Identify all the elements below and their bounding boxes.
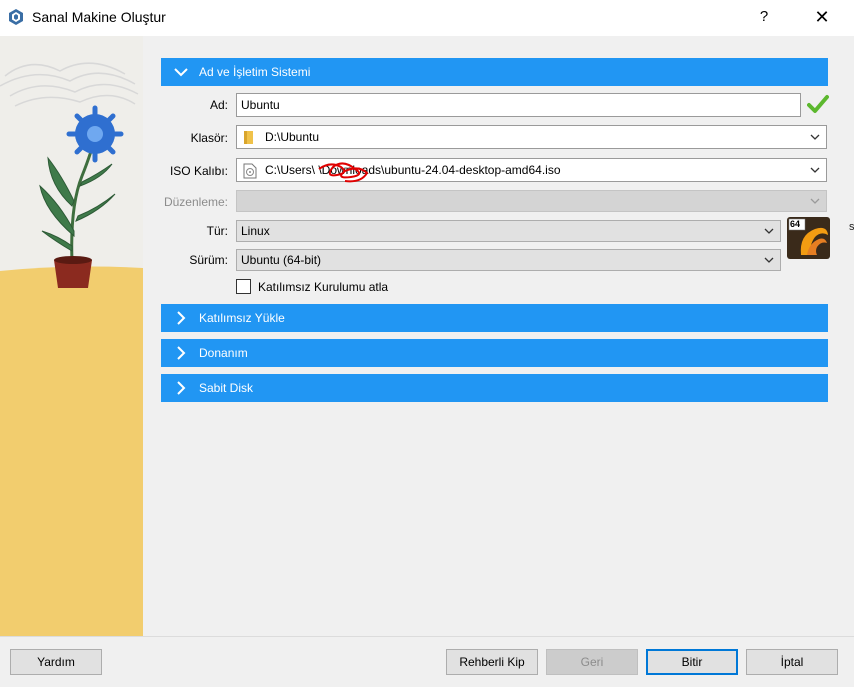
folder-label: Klasör:: [190, 131, 228, 145]
folder-value: D:\Ubuntu: [265, 130, 320, 144]
section-unattended-label: Katılımsız Yükle: [199, 311, 285, 325]
iso-label: ISO Kalıbı:: [169, 164, 228, 178]
arch-badge-label: 64: [790, 219, 801, 229]
chevron-down-icon: [810, 167, 820, 173]
section-hardware-label: Donanım: [199, 346, 248, 360]
folder-icon: [244, 131, 253, 144]
finish-button[interactable]: Bitir: [646, 649, 738, 675]
plant-illustration: [0, 36, 143, 636]
name-value: Ubuntu: [241, 98, 280, 112]
ubuntu-os-icon: 64: [787, 217, 830, 259]
section-disk-label: Sabit Disk: [199, 381, 254, 395]
section-disk[interactable]: Sabit Disk: [161, 374, 828, 402]
guided-mode-button[interactable]: Rehberli Kip: [446, 649, 538, 675]
wizard-illustration: [0, 36, 143, 636]
edition-label: Düzenleme:: [163, 195, 228, 209]
button-bar: Yardım Rehberli Kip Geri Bitir İptal: [0, 636, 854, 687]
section-name-os[interactable]: Ad ve İşletim Sistemi: [161, 58, 828, 86]
close-button[interactable]: ✕: [802, 2, 842, 32]
cancel-button[interactable]: İptal: [746, 649, 838, 675]
skip-unattended-label[interactable]: Katılımsız Kurulumu atla: [258, 280, 388, 294]
version-label: Sürüm:: [189, 253, 228, 267]
chevron-down-icon: [764, 257, 774, 263]
edition-combo[interactable]: [236, 190, 827, 212]
help-button[interactable]: Yardım: [10, 649, 102, 675]
redaction-scribble: [318, 162, 369, 183]
version-value: Ubuntu (64-bit): [241, 253, 322, 267]
folder-combo[interactable]: D:\Ubuntu: [236, 125, 827, 149]
type-value: Linux: [241, 224, 270, 238]
section-unattended[interactable]: Katılımsız Yükle: [161, 304, 828, 332]
section-name-os-label: Ad ve İşletim Sistemi: [199, 65, 311, 79]
name-field[interactable]: Ubuntu: [236, 93, 801, 117]
chevron-right-icon: [177, 381, 186, 395]
chevron-right-icon: [177, 346, 186, 360]
title-bar: Sanal Makine Oluştur ? ✕: [0, 0, 854, 36]
stray-character: s: [849, 221, 854, 233]
chevron-down-icon: [764, 228, 774, 234]
chevron-right-icon: [177, 311, 186, 325]
name-label: Ad:: [209, 98, 228, 112]
type-label: Tür:: [206, 224, 228, 238]
window-title: Sanal Makine Oluştur: [32, 9, 166, 25]
skip-unattended-checkbox[interactable]: [236, 279, 251, 294]
version-combo[interactable]: Ubuntu (64-bit): [236, 249, 781, 271]
chevron-down-icon: [810, 134, 820, 140]
disc-image-icon: [243, 163, 257, 179]
checkmark-icon: [807, 95, 829, 113]
back-button[interactable]: Geri: [546, 649, 638, 675]
iso-combo[interactable]: C:\Users\ \Downloads\ubuntu-24.04-deskto…: [236, 158, 827, 183]
type-combo[interactable]: Linux: [236, 220, 781, 242]
chevron-down-icon: [810, 198, 820, 204]
help-title-button[interactable]: ?: [748, 2, 780, 32]
iso-value: C:\Users\ \Downloads\ubuntu-24.04-deskto…: [265, 163, 561, 177]
virtualbox-icon: [9, 9, 23, 25]
section-hardware[interactable]: Donanım: [161, 339, 828, 367]
chevron-down-icon: [174, 68, 188, 77]
